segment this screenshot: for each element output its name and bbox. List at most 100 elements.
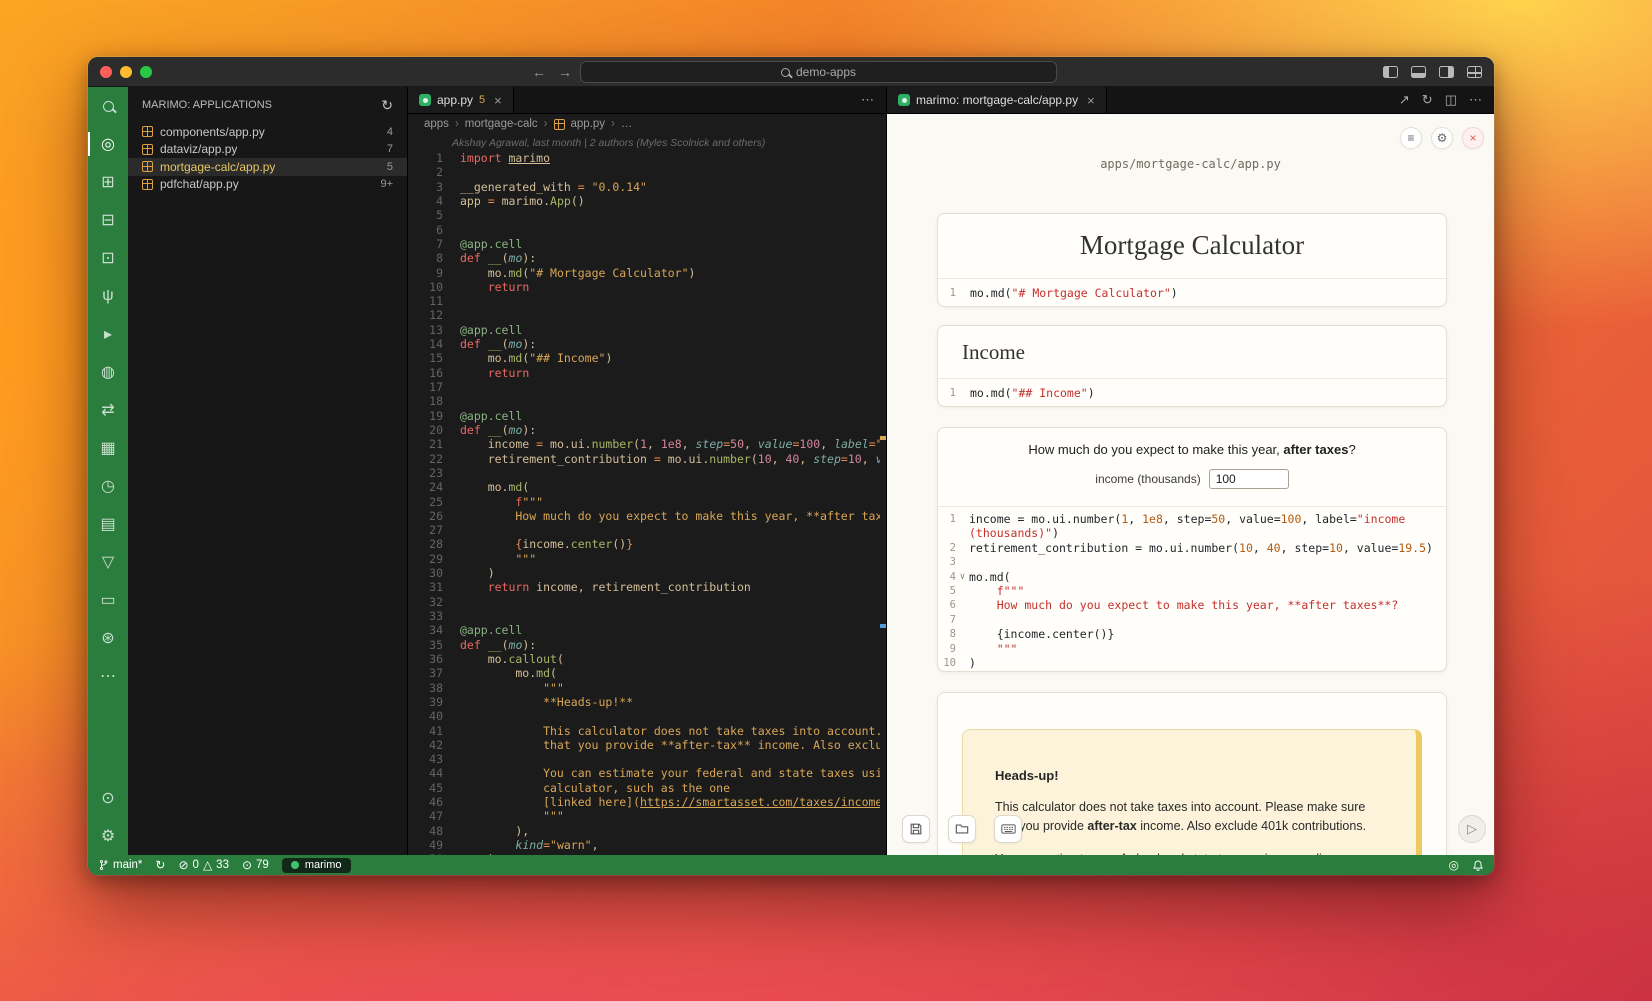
- back-icon[interactable]: ←: [532, 64, 546, 80]
- code-line: 46 [linked here](https://smartasset.com/…: [408, 795, 880, 809]
- code-line: 16 return: [408, 366, 880, 380]
- extra-count: 79: [256, 859, 269, 871]
- shutdown-button[interactable]: ×: [1462, 127, 1484, 149]
- notebook-file-icon: [142, 126, 153, 137]
- editor-actions-icon[interactable]: ⋯: [861, 92, 874, 108]
- feedback-icon[interactable]: ◎: [1449, 858, 1459, 872]
- save-button[interactable]: [902, 815, 930, 843]
- app-title: Mortgage Calculator: [938, 214, 1446, 261]
- split-editor-icon[interactable]: ◫: [1445, 92, 1457, 108]
- forward-icon[interactable]: →: [558, 64, 572, 80]
- remote-screen-icon[interactable]: ▭: [88, 581, 128, 619]
- more-views-icon[interactable]: ⋯: [88, 657, 128, 695]
- breadcrumb-item[interactable]: apps: [424, 118, 449, 130]
- history-icon[interactable]: ◷: [88, 467, 128, 505]
- notebook-icon[interactable]: ▤: [88, 505, 128, 543]
- files-button[interactable]: [948, 815, 976, 843]
- source-control-icon[interactable]: ψ: [88, 277, 128, 315]
- components-icon[interactable]: ⊡: [88, 239, 128, 277]
- code-line: 28 {income.center()}: [408, 537, 880, 551]
- section-heading: Income: [938, 326, 1446, 365]
- zoom-window-button[interactable]: [140, 66, 152, 78]
- code-line: 29 """: [408, 552, 880, 566]
- notebook-file-icon: [142, 144, 153, 155]
- code-line: 40: [408, 709, 880, 723]
- file-search-icon[interactable]: ⊟: [88, 201, 128, 239]
- panel-tab-label: marimo: mortgage-calc/app.py: [916, 93, 1078, 107]
- panel-tabstrip: marimo: mortgage-calc/app.py × ↗ ↻ ◫ ⋯: [887, 87, 1494, 114]
- marimo-status-item[interactable]: marimo: [282, 858, 351, 873]
- menu-button[interactable]: ≡: [1400, 127, 1422, 149]
- run-app-button[interactable]: ▷: [1458, 815, 1486, 843]
- toggle-secondary-sidebar-icon[interactable]: [1439, 66, 1454, 78]
- line-number: 1: [938, 387, 956, 399]
- code-line: 48 ),: [408, 824, 880, 838]
- panel-code-line: 8 {income.center()}: [938, 627, 1446, 641]
- extra-count-item[interactable]: ⊙ 79: [242, 858, 269, 872]
- code-line: 18: [408, 394, 880, 408]
- code-line: 44 You can estimate your federal and sta…: [408, 766, 880, 780]
- compare-icon[interactable]: ⇄: [88, 391, 128, 429]
- git-branch-item[interactable]: main*: [98, 859, 142, 871]
- app-path: apps/mortgage-calc/app.py: [887, 157, 1494, 171]
- app-list-item[interactable]: components/app.py4: [128, 123, 407, 141]
- panel-code-line: 4∨mo.md(: [938, 570, 1446, 584]
- breadcrumb-item[interactable]: app.py: [571, 118, 606, 130]
- run-icon[interactable]: ▸: [88, 315, 128, 353]
- docker-icon[interactable]: ⊛: [88, 619, 128, 657]
- sidebar-header: MARIMO: APPLICATIONS ↻: [128, 87, 407, 123]
- code-line: 38 """: [408, 681, 880, 695]
- app-list-item[interactable]: mortgage-calc/app.py5: [128, 158, 407, 176]
- income-input[interactable]: [1209, 469, 1289, 489]
- toggle-sidebar-icon[interactable]: [1383, 66, 1398, 78]
- sync-item[interactable]: ↻: [155, 858, 165, 872]
- keyboard-shortcuts-button[interactable]: [994, 815, 1022, 843]
- editor-group: app.py 5 × ⋯ apps›mortgage-calc›app.py›……: [408, 87, 886, 855]
- code-editor[interactable]: 1import marimo23__generated_with = "0.0.…: [408, 151, 880, 855]
- sidebar: MARIMO: APPLICATIONS ↻ components/app.py…: [128, 87, 408, 855]
- code-line: 37 mo.md(: [408, 666, 880, 680]
- layout-icon[interactable]: ▦: [88, 429, 128, 467]
- close-panel-tab-icon[interactable]: ×: [1087, 93, 1095, 108]
- code-line: 14def __(mo):: [408, 337, 880, 351]
- minimize-window-button[interactable]: [120, 66, 132, 78]
- command-center-search[interactable]: demo-apps: [580, 61, 1057, 83]
- github-icon[interactable]: ◍: [88, 353, 128, 391]
- problems-item[interactable]: ⊘ 0 △ 33: [178, 858, 229, 872]
- app-list-item[interactable]: pdfchat/app.py9+: [128, 176, 407, 194]
- refresh-icon[interactable]: ↻: [381, 97, 393, 114]
- cell3-code: 1income = mo.ui.number(1, 1e8, step=50, …: [938, 506, 1446, 671]
- panel-code-line: (thousands)"): [938, 526, 1446, 540]
- question-text: How much do you expect to make this year…: [938, 428, 1446, 457]
- titlebar: ← → demo-apps: [88, 57, 1494, 87]
- tab-app-py[interactable]: app.py 5 ×: [408, 87, 514, 113]
- app-settings-button[interactable]: ⚙: [1431, 127, 1453, 149]
- account-icon[interactable]: ⊙: [88, 779, 128, 817]
- app-list-item[interactable]: dataviz/app.py7: [128, 141, 407, 159]
- code-line: 32: [408, 595, 880, 609]
- breadcrumb-item[interactable]: mortgage-calc: [465, 118, 538, 130]
- code-line: 26 How much do you expect to make this y…: [408, 509, 880, 523]
- customize-layout-icon[interactable]: [1467, 66, 1482, 78]
- code-line: 17: [408, 380, 880, 394]
- marimo-explorer-icon[interactable]: ◎: [88, 125, 128, 163]
- close-window-button[interactable]: [100, 66, 112, 78]
- branch-icon: [98, 859, 109, 871]
- breadcrumb-item[interactable]: …: [621, 118, 633, 130]
- code-line: 13@app.cell: [408, 323, 880, 337]
- close-tab-icon[interactable]: ×: [494, 93, 502, 108]
- cell-income-input: How much do you expect to make this year…: [937, 427, 1447, 672]
- explorer-icon[interactable]: ⊞: [88, 163, 128, 201]
- toggle-panel-icon[interactable]: [1411, 66, 1426, 78]
- testing-icon[interactable]: ▽: [88, 543, 128, 581]
- settings-icon[interactable]: ⚙: [88, 817, 128, 855]
- editor-tabstrip: app.py 5 × ⋯: [408, 87, 886, 114]
- tab-marimo-preview[interactable]: marimo: mortgage-calc/app.py ×: [887, 87, 1107, 113]
- open-external-icon[interactable]: ↗: [1399, 92, 1410, 108]
- search-icon[interactable]: [88, 87, 128, 125]
- code-line: 23: [408, 466, 880, 480]
- more-actions-icon[interactable]: ⋯: [1469, 92, 1482, 108]
- bell-icon[interactable]: [1472, 859, 1484, 872]
- reload-icon[interactable]: ↻: [1422, 92, 1433, 108]
- cell2-code: 1 mo.md("## Income"): [938, 378, 1446, 406]
